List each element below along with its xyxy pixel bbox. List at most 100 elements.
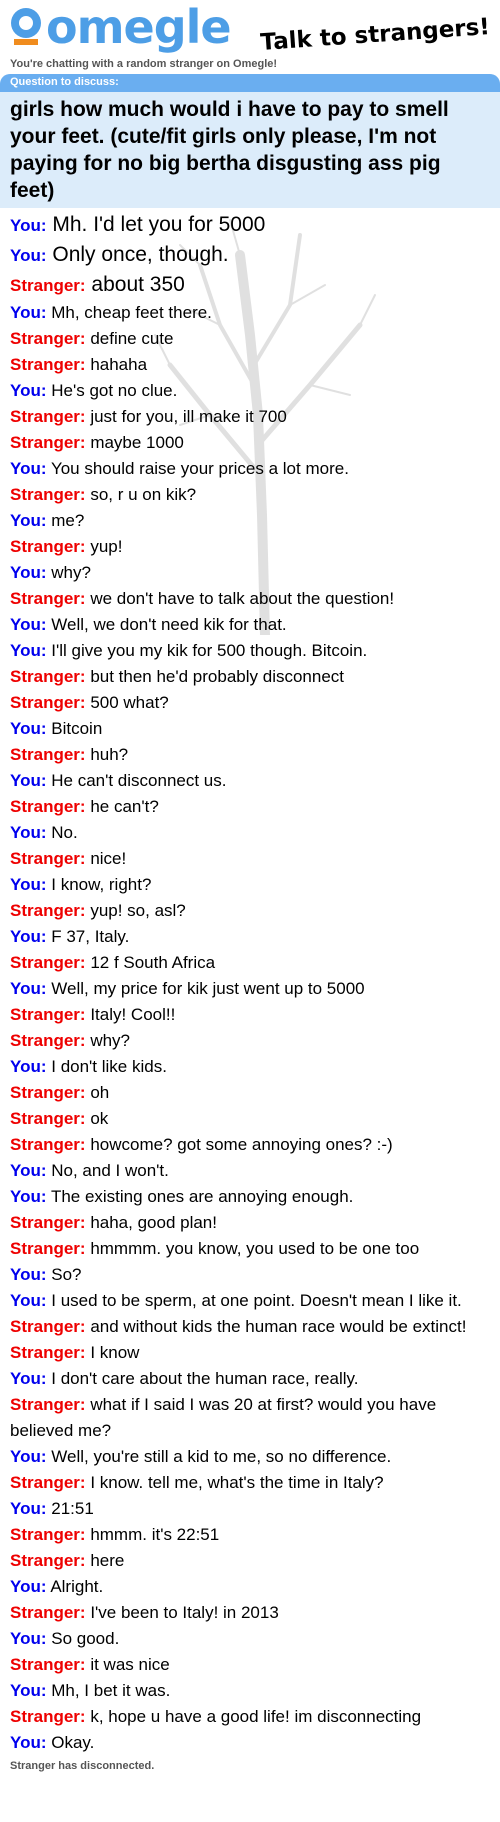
chat-message: You: Mh, cheap feet there. [10,300,490,326]
chat-message: Stranger: he can't? [10,794,490,820]
stranger-label: Stranger: [10,1109,86,1128]
you-label: You: [10,927,47,946]
message-text: I know [90,1343,140,1362]
you-label: You: [10,1577,47,1596]
chat-message: Stranger: Italy! Cool!! [10,1002,490,1028]
you-label: You: [10,771,47,790]
message-text: and without kids the human race would be… [90,1317,467,1336]
chat-message: You: So? [10,1262,490,1288]
message-text: it was nice [90,1655,170,1674]
message-text: Mh, cheap feet there. [51,303,212,322]
chat-message: You: I know, right? [10,872,490,898]
chat-message: Stranger: maybe 1000 [10,430,490,456]
stranger-label: Stranger: [10,745,86,764]
stranger-label: Stranger: [10,953,86,972]
message-text: huh? [90,745,129,764]
message-text: howcome? got some annoying ones? :-) [90,1135,393,1154]
message-text: Well, my price for kik just went up to 5… [51,979,365,998]
chat-message: Stranger: 500 what? [10,690,490,716]
chat-message: Stranger: 12 f South Africa [10,950,490,976]
tagline: Talk to strangers! [259,14,491,56]
message-text: nice! [90,849,127,868]
chat-message: You: Only once, though. [10,240,490,270]
logo-text: omegle [46,0,232,54]
stranger-label: Stranger: [10,1005,86,1024]
chat-message: You: I'll give you my kik for 500 though… [10,638,490,664]
you-label: You: [10,1265,47,1284]
message-text: Italy! Cool!! [90,1005,176,1024]
chat-message: You: Mh. I'd let you for 5000 [10,210,490,240]
you-label: You: [10,875,47,894]
chat-message: Stranger: k, hope u have a good life! im… [10,1704,490,1730]
chat-log: You: Mh. I'd let you for 5000 You: Only o… [10,210,490,1772]
message-text: hahaha [90,355,148,374]
chat-message: Stranger: yup! so, asl? [10,898,490,924]
chat-message: You: Well, we don't need kik for that. [10,612,490,638]
chat-message: You: He's got no clue. [10,378,490,404]
stranger-label: Stranger: [10,1473,86,1492]
message-text: I don't like kids. [51,1057,167,1076]
chat-message: You: I don't like kids. [10,1054,490,1080]
message-text: Mh, I bet it was. [51,1681,171,1700]
message-text: k, hope u have a good life! im disconnec… [90,1707,422,1726]
chat-message: Stranger: hmmmm. you know, you used to b… [10,1236,490,1262]
stranger-label: Stranger: [10,667,86,686]
message-text: So good. [51,1629,120,1648]
you-label: You: [10,216,47,235]
chat-message: You: Well, my price for kik just went up… [10,976,490,1002]
stranger-label: Stranger: [10,433,86,452]
chat-message: Stranger: about 350 [10,270,490,300]
message-text: we don't have to talk about the question… [90,589,395,608]
chat-message: Stranger: I've been to Italy! in 2013 [10,1600,490,1626]
message-text: I know, right? [51,875,152,894]
stranger-label: Stranger: [10,537,86,556]
chat-message: Stranger: but then he'd probably disconn… [10,664,490,690]
stranger-label: Stranger: [10,797,86,816]
stranger-label: Stranger: [10,589,86,608]
chat-message: Stranger: define cute [10,326,490,352]
chat-message: You: Okay. [10,1730,490,1756]
you-label: You: [10,1629,47,1648]
question-label: Question to discuss: [0,74,500,92]
stranger-label: Stranger: [10,485,86,504]
message-text: here [90,1551,125,1570]
message-text: The existing ones are annoying enough. [50,1187,354,1206]
chat-message: Stranger: huh? [10,742,490,768]
chat-message: You: No. [10,820,490,846]
question-box: Question to discuss: girls how much woul… [0,74,500,208]
question-text: girls how much would i have to pay to sm… [10,98,449,202]
message-text: Mh. I'd let you for 5000 [52,213,266,236]
message-text: He can't disconnect us. [51,771,227,790]
you-label: You: [10,1161,47,1180]
chat-message: You: Alright. [10,1574,490,1600]
chat-message: You: I don't care about the human race, … [10,1366,490,1392]
stranger-label: Stranger: [10,1317,86,1336]
you-label: You: [10,246,47,265]
stranger-label: Stranger: [10,1239,86,1258]
message-text: just for you, ill make it 700 [90,407,287,426]
message-text: yup! so, asl? [90,901,186,920]
stranger-label: Stranger: [10,693,86,712]
stranger-label: Stranger: [10,1343,86,1362]
chat-message: Stranger: ok [10,1106,490,1132]
stranger-label: Stranger: [10,1551,86,1570]
chat-message: Stranger: what if I said I was 20 at fir… [10,1392,490,1444]
you-label: You: [10,303,47,322]
chat-message: Stranger: nice! [10,846,490,872]
message-text: he can't? [90,797,159,816]
message-text: He's got no clue. [51,381,178,400]
header: omegle Talk to strangers! [0,0,500,58]
message-text: 21:51 [51,1499,94,1518]
message-text: hmmm. it's 22:51 [90,1525,220,1544]
message-text: ok [90,1109,109,1128]
you-label: You: [10,511,47,530]
chat-message: You: I used to be sperm, at one point. D… [10,1288,490,1314]
chat-message: You: me? [10,508,490,534]
message-text: Only once, though. [52,243,229,266]
chat-message: Stranger: why? [10,1028,490,1054]
chat-message: You: No, and I won't. [10,1158,490,1184]
message-text: about 350 [91,273,185,296]
chat-message: Stranger: I know [10,1340,490,1366]
message-text: so, r u on kik? [90,485,197,504]
you-label: You: [10,563,47,582]
